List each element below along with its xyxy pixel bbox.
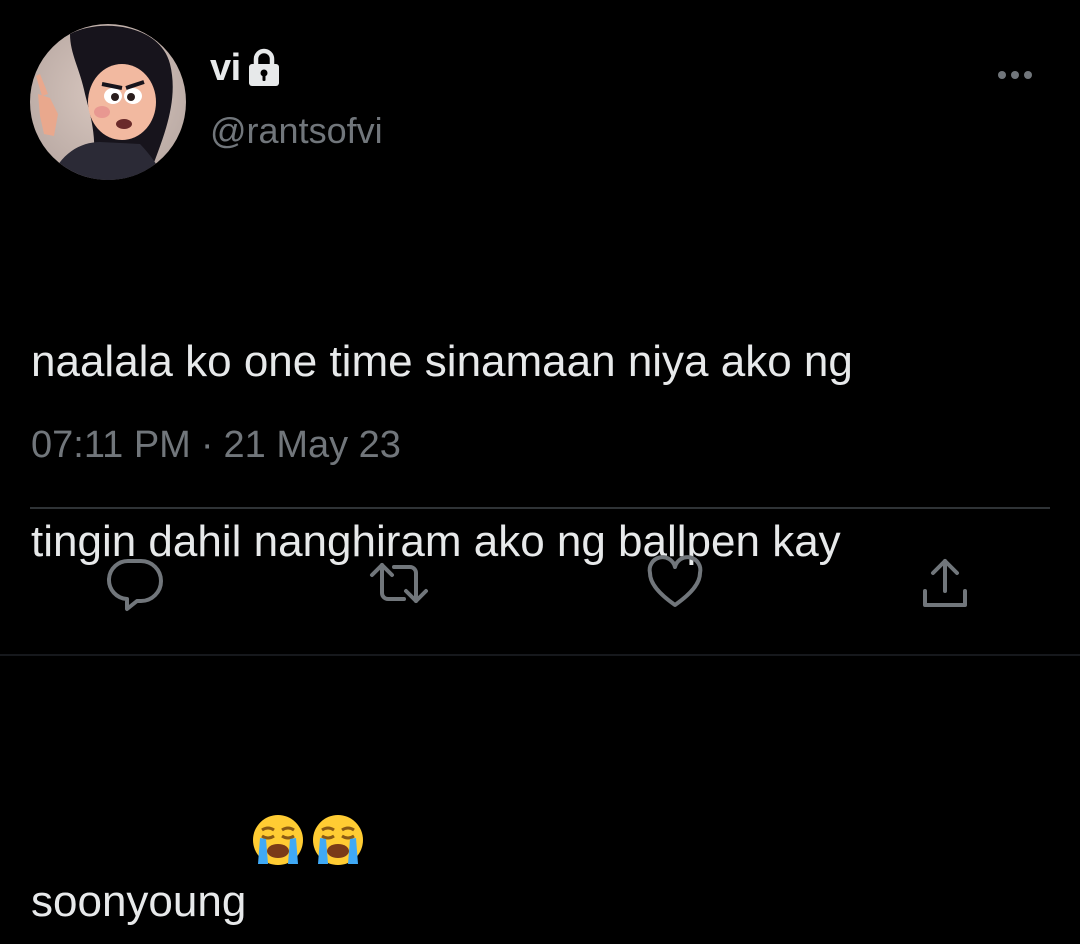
heart-icon bbox=[647, 555, 703, 607]
divider bbox=[30, 507, 1050, 509]
avatar[interactable] bbox=[30, 24, 186, 180]
tweet-time: 07:11 PM bbox=[31, 424, 191, 466]
bottom-divider bbox=[0, 654, 1080, 656]
more-options-button[interactable] bbox=[994, 60, 1038, 90]
share-icon bbox=[923, 559, 967, 607]
share-button[interactable] bbox=[910, 548, 980, 618]
avatar-image bbox=[30, 24, 186, 180]
retweet-icon bbox=[370, 563, 428, 603]
retweet-button[interactable] bbox=[364, 548, 434, 618]
tweet-timestamp[interactable]: 07:11 PM · 21 May 23 bbox=[31, 424, 401, 467]
tweet-text-line-last: soonyoung bbox=[31, 692, 1041, 926]
author-name-row: vi bbox=[210, 40, 281, 96]
loudly-crying-face-icon bbox=[310, 692, 366, 865]
loudly-crying-face-icon bbox=[250, 692, 306, 865]
tweet-action-bar bbox=[0, 548, 1080, 618]
lock-icon bbox=[247, 48, 281, 88]
reply-button[interactable] bbox=[100, 548, 170, 618]
tweet-date: 21 May 23 bbox=[223, 424, 401, 466]
display-name[interactable]: vi bbox=[210, 47, 241, 90]
like-button[interactable] bbox=[640, 548, 710, 618]
tweet-text-line: naalala ko one time sinamaan niya ako ng bbox=[31, 337, 853, 386]
more-icon bbox=[998, 71, 1032, 79]
tweet-text-segment: soonyoung bbox=[31, 877, 247, 926]
reply-icon bbox=[106, 558, 163, 611]
tweet-text: naalala ko one time sinamaan niya ako ng… bbox=[31, 212, 1041, 926]
timestamp-separator: · bbox=[200, 424, 214, 466]
author-handle[interactable]: @rantsofvi bbox=[210, 110, 383, 152]
